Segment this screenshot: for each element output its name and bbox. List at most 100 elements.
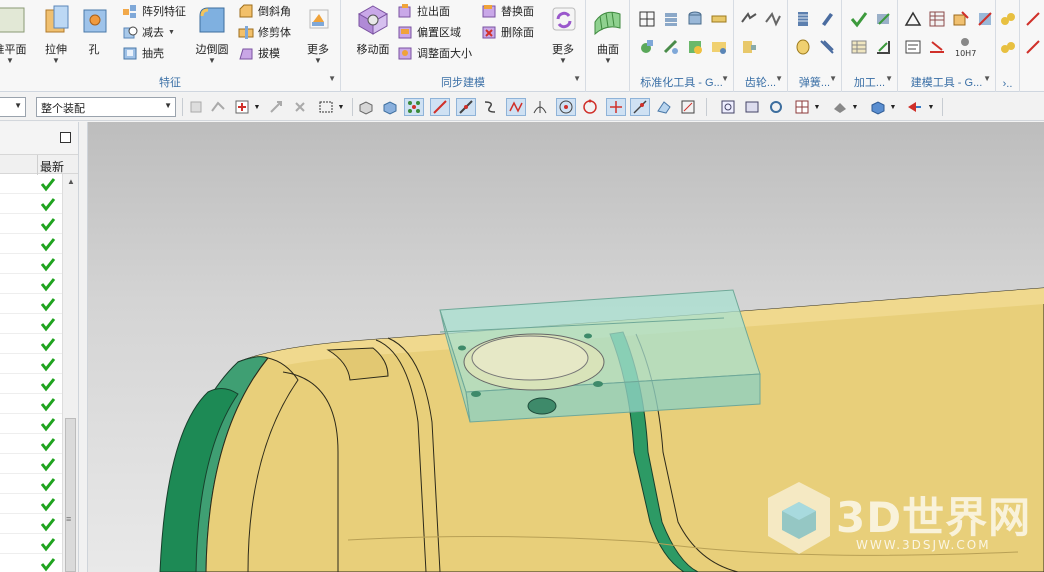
spreadsheet-icon[interactable] — [928, 10, 946, 28]
group-expand-icon[interactable]: ▼ — [829, 74, 837, 83]
tool-icon-3[interactable] — [686, 38, 704, 56]
navigator-row[interactable] — [0, 374, 62, 394]
resize-face-button[interactable]: 调整面大小 — [397, 43, 472, 63]
delete-face-button[interactable]: 删除面 — [481, 22, 534, 42]
snap-arc-center-icon[interactable] — [556, 98, 576, 116]
scrollbar-thumb[interactable] — [65, 418, 76, 572]
snap-point-icon[interactable] — [232, 98, 252, 116]
navigator-row[interactable] — [0, 454, 62, 474]
feature-more-button[interactable]: 更多 ▼ — [298, 2, 338, 70]
graphics-viewport[interactable]: 3D世界网 WWW.3DSJW.COM — [88, 122, 1044, 572]
grid-tool-icon[interactable] — [638, 10, 656, 28]
coil-icon[interactable] — [794, 38, 812, 56]
chamfer-button[interactable]: 倒斜角 — [238, 1, 291, 21]
cylinder-stack-icon[interactable] — [686, 10, 704, 28]
chevron-down-icon[interactable]: ▼ — [850, 98, 860, 116]
pen-icon[interactable] — [818, 10, 836, 28]
navigator-row[interactable] — [0, 414, 62, 434]
select-edges-icon[interactable] — [208, 98, 228, 116]
scroll-up-icon[interactable]: ▲ — [67, 177, 75, 186]
surface-button[interactable]: 曲面 ▼ — [588, 2, 628, 70]
zoom-window-icon[interactable] — [742, 98, 762, 116]
subtract-button[interactable]: 减去 ▼ — [122, 22, 175, 42]
chevron-down-icon[interactable]: ▼ — [926, 98, 936, 116]
fit-view-icon[interactable] — [718, 98, 738, 116]
chevron-down-icon[interactable]: ▼ — [336, 98, 346, 116]
navigator-row[interactable] — [0, 254, 62, 274]
navigator-row[interactable] — [0, 214, 62, 234]
offset-region-button[interactable]: 偏置区域 — [397, 22, 461, 42]
selection-scope-combo[interactable]: 整个装配 ▼ — [36, 97, 176, 117]
draft-button[interactable]: 拔模 — [238, 43, 280, 63]
hole-button[interactable]: 孔 — [72, 2, 116, 70]
pattern-feature-button[interactable]: 阵列特征 — [122, 1, 186, 21]
navigator-row[interactable] — [0, 434, 62, 454]
orient-view-icon[interactable] — [792, 98, 812, 116]
group-expand-icon[interactable]: ▼ — [573, 74, 581, 83]
move-point-icon[interactable] — [266, 98, 286, 116]
snap-midpoint-icon[interactable] — [456, 98, 476, 116]
navigator-row[interactable] — [0, 274, 62, 294]
triangle-icon[interactable] — [904, 10, 922, 28]
navigator-row[interactable] — [0, 314, 62, 334]
shaded-view-icon[interactable] — [868, 98, 888, 116]
spring-tool-icon[interactable] — [818, 38, 836, 56]
snap-surface-icon[interactable] — [654, 98, 674, 116]
group-expand-icon[interactable]: ▼ — [328, 74, 336, 83]
maximize-icon[interactable] — [60, 132, 71, 143]
pin-icon[interactable] — [290, 98, 310, 116]
view-cube-icon[interactable] — [356, 98, 376, 116]
tool-icon-4[interactable] — [710, 38, 728, 56]
render-style-icon[interactable] — [830, 98, 850, 116]
replace-face-button[interactable]: 替换面 — [481, 1, 534, 21]
snap-control-point-icon[interactable] — [506, 98, 526, 116]
bolt-icon[interactable] — [710, 10, 728, 28]
checkmark-tool-icon[interactable] — [850, 10, 868, 28]
table-tool-icon[interactable] — [850, 38, 868, 56]
snap-intersection-icon[interactable] — [530, 98, 550, 116]
panel-splitter[interactable] — [78, 122, 88, 572]
trim-body-button[interactable]: 修剪体 — [238, 22, 291, 42]
move-face-button[interactable]: 移动面 — [351, 2, 395, 70]
navigator-row[interactable] — [0, 534, 62, 554]
snap-on-curve-icon[interactable] — [630, 98, 650, 116]
gear-tool-icon-2[interactable] — [764, 10, 782, 28]
navigator-row[interactable] — [0, 514, 62, 534]
tool-icon-1[interactable] — [638, 38, 656, 56]
tool-icon-2[interactable] — [662, 38, 680, 56]
navigator-row[interactable] — [0, 554, 62, 572]
group-expand-icon[interactable]: ▼ — [885, 74, 893, 83]
navigator-row[interactable] — [0, 474, 62, 494]
chevron-down-icon[interactable]: ▼ — [812, 98, 822, 116]
navigator-row[interactable] — [0, 294, 62, 314]
group-expand-icon[interactable]: ▼ — [721, 74, 729, 83]
type-filter-combo[interactable]: ▼ — [0, 97, 26, 117]
shaded-cube-icon[interactable] — [380, 98, 400, 116]
snap-quadrant-icon[interactable] — [580, 98, 600, 116]
tolerance-10h7-icon[interactable]: 10H7 — [952, 36, 978, 58]
machining-icon[interactable] — [874, 10, 892, 28]
overflow-icon-2[interactable] — [999, 38, 1017, 56]
navigator-row[interactable] — [0, 334, 62, 354]
edit-section-icon[interactable] — [904, 98, 924, 116]
vertical-scrollbar[interactable]: ▲ ≡ — [62, 174, 78, 572]
navigator-row[interactable] — [0, 494, 62, 514]
rotate-view-icon[interactable] — [766, 98, 786, 116]
navigator-row[interactable] — [0, 194, 62, 214]
column-header-new[interactable]: 最新 — [40, 158, 64, 175]
chevron-down-icon[interactable]: ▼ — [888, 98, 898, 116]
sync-more-button[interactable]: 更多 ▼ — [543, 2, 583, 70]
navigator-row[interactable] — [0, 394, 62, 414]
navigator-row[interactable] — [0, 174, 62, 194]
box-select-icon[interactable] — [316, 98, 336, 116]
snap-crosshair-icon[interactable] — [606, 98, 626, 116]
edge-tool-icon-1[interactable] — [1024, 10, 1042, 28]
select-faces-icon[interactable] — [186, 98, 206, 116]
shell-button[interactable]: 抽壳 — [122, 43, 164, 63]
section-icon[interactable] — [976, 10, 994, 28]
datum-plane-button[interactable]: 准平面 ▼ — [0, 2, 34, 70]
measure-icon[interactable] — [952, 10, 970, 28]
overflow-icon-1[interactable] — [999, 10, 1017, 28]
gear-tool-icon[interactable] — [740, 10, 758, 28]
snap-curve-icon[interactable] — [480, 98, 500, 116]
